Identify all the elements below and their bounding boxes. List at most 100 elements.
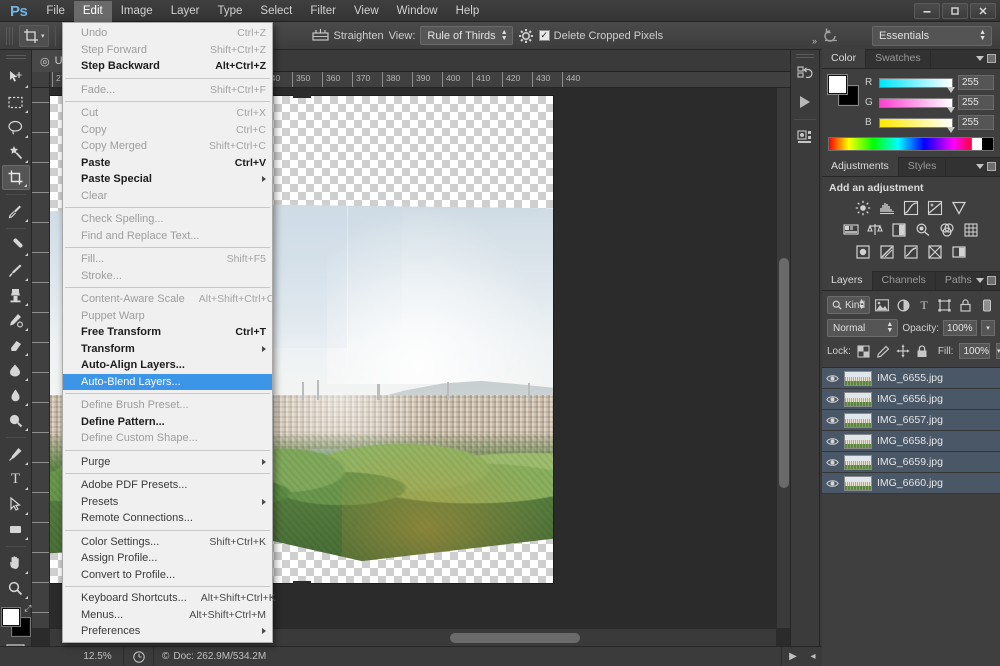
- menu-item-define-pattern[interactable]: Define Pattern...: [63, 414, 272, 431]
- zoom-tool[interactable]: [2, 576, 30, 601]
- lock-position-icon[interactable]: [896, 342, 910, 360]
- layer-name[interactable]: IMG_6659.jpg: [877, 456, 943, 468]
- brush-tool[interactable]: [2, 258, 30, 283]
- minimize-button[interactable]: [914, 3, 940, 19]
- menu-select[interactable]: Select: [251, 1, 301, 22]
- menu-item-auto-blend-layers[interactable]: Auto-Blend Layers...: [63, 373, 272, 390]
- options-bar-grip[interactable]: [6, 26, 13, 45]
- panel-menu-group[interactable]: [976, 162, 996, 171]
- menu-item-define-brush-preset[interactable]: Define Brush Preset...: [63, 397, 272, 414]
- crop-handle-bottom[interactable]: [292, 581, 311, 584]
- history-panel-icon[interactable]: [792, 61, 818, 87]
- vertical-ruler[interactable]: [32, 88, 50, 628]
- panel-collapse-icon[interactable]: [987, 276, 996, 285]
- slider-b[interactable]: [879, 117, 955, 133]
- invert-icon[interactable]: [855, 243, 872, 260]
- tab-channels[interactable]: Channels: [873, 271, 936, 290]
- path-selection-tool[interactable]: [2, 492, 30, 517]
- crop-tool[interactable]: [1, 165, 30, 190]
- gear-icon[interactable]: [518, 28, 534, 44]
- panel-menu-group[interactable]: [976, 54, 996, 63]
- layer-name[interactable]: IMG_6657.jpg: [877, 414, 943, 426]
- layer-visibility-eye-icon[interactable]: [826, 436, 839, 447]
- menu-item-find-replace-text[interactable]: Find and Replace Text...: [63, 228, 272, 245]
- blur-tool[interactable]: [2, 383, 30, 408]
- menu-filter[interactable]: Filter: [301, 1, 345, 22]
- channel-mixer-icon[interactable]: [939, 221, 956, 238]
- move-tool[interactable]: [2, 65, 30, 90]
- value-b[interactable]: 255: [958, 115, 994, 130]
- dock-grip[interactable]: [796, 54, 814, 58]
- menu-item-copy-merged[interactable]: Copy Merged Shift+Ctrl+C: [63, 138, 272, 155]
- rectangular-marquee-tool[interactable]: [2, 90, 30, 115]
- menu-item-define-custom-shape[interactable]: Define Custom Shape...: [63, 430, 272, 447]
- shape-filter-icon[interactable]: [937, 296, 954, 314]
- swap-colors-icon[interactable]: ⤢: [24, 603, 31, 614]
- slider-knob-icon[interactable]: [947, 86, 955, 93]
- magic-wand-tool[interactable]: [2, 140, 30, 165]
- panel-menu-group[interactable]: [976, 276, 996, 285]
- layer-thumbnail[interactable]: [844, 412, 872, 428]
- crop-handle-top[interactable]: [292, 95, 311, 98]
- tab-styles[interactable]: Styles: [899, 157, 947, 176]
- layer-name[interactable]: IMG_6660.jpg: [877, 477, 943, 489]
- canvas-vertical-scrollbar[interactable]: [776, 88, 790, 628]
- reset-workspace-icon[interactable]: [822, 27, 840, 45]
- exposure-icon[interactable]: [927, 199, 944, 216]
- layer-thumbnail[interactable]: [844, 391, 872, 407]
- ruler-corner[interactable]: [32, 72, 50, 88]
- value-r[interactable]: 255: [958, 75, 994, 90]
- delete-cropped-pixels-checkbox[interactable]: ✓ Delete Cropped Pixels: [538, 30, 663, 42]
- panel-collapse-icon[interactable]: [987, 54, 996, 63]
- menu-item-menus[interactable]: Menus... Alt+Shift+Ctrl+M: [63, 607, 272, 624]
- curves-icon[interactable]: [903, 199, 920, 216]
- fill-stepper-button[interactable]: ▾: [996, 343, 1000, 359]
- lock-all-icon[interactable]: [916, 342, 928, 360]
- eyedropper-tool[interactable]: [2, 199, 30, 224]
- layer-name[interactable]: IMG_6656.jpg: [877, 393, 943, 405]
- tab-color[interactable]: Color: [822, 49, 867, 68]
- layer-row[interactable]: IMG_6657.jpg: [822, 410, 1000, 431]
- menu-item-fade[interactable]: Fade... Shift+Ctrl+F: [63, 82, 272, 99]
- gradient-tool[interactable]: [2, 358, 30, 383]
- slider-g[interactable]: [879, 97, 955, 113]
- fill-value[interactable]: 100%: [959, 343, 991, 359]
- layer-visibility-eye-icon[interactable]: [826, 415, 839, 426]
- layer-thumbnail[interactable]: [844, 475, 872, 491]
- smart-object-filter-icon[interactable]: [957, 296, 974, 314]
- menu-item-fill[interactable]: Fill... Shift+F5: [63, 251, 272, 268]
- active-tool-crop-chip[interactable]: ▾: [19, 24, 49, 47]
- layer-thumbnail[interactable]: [844, 454, 872, 470]
- menu-item-purge[interactable]: Purge: [63, 454, 272, 471]
- tab-swatches[interactable]: Swatches: [866, 49, 931, 68]
- menu-item-keyboard-shortcuts[interactable]: Keyboard Shortcuts... Alt+Shift+Ctrl+K: [63, 590, 276, 607]
- brightness-contrast-icon[interactable]: [855, 199, 872, 216]
- menu-item-adobe-pdf-presets[interactable]: Adobe PDF Presets...: [63, 477, 272, 494]
- layer-thumbnail[interactable]: [844, 370, 872, 386]
- panel-menu-icon[interactable]: [976, 164, 984, 169]
- menu-type[interactable]: Type: [208, 1, 251, 22]
- color-lookup-icon[interactable]: [963, 221, 980, 238]
- crop-overlay-select[interactable]: Rule of Thirds ▲ ▼: [420, 26, 513, 45]
- filter-toggle-icon[interactable]: [978, 296, 995, 314]
- menu-item-check-spelling[interactable]: Check Spelling...: [63, 211, 272, 228]
- menu-layer[interactable]: Layer: [162, 1, 209, 22]
- layer-row[interactable]: IMG_6656.jpg: [822, 389, 1000, 410]
- document-info[interactable]: © Doc: 262.9M/534.2M: [154, 646, 782, 666]
- black-white-icon[interactable]: [891, 221, 908, 238]
- menu-help[interactable]: Help: [447, 1, 489, 22]
- lock-image-pixels-icon[interactable]: [876, 342, 890, 360]
- levels-icon[interactable]: [879, 199, 896, 216]
- spot-healing-brush-tool[interactable]: [2, 233, 30, 258]
- posterize-icon[interactable]: [879, 243, 896, 260]
- layer-name[interactable]: IMG_6655.jpg: [877, 372, 943, 384]
- menu-item-copy[interactable]: Copy Ctrl+C: [63, 122, 272, 139]
- rectangle-tool[interactable]: [2, 517, 30, 542]
- lasso-tool[interactable]: [2, 115, 30, 140]
- hue-saturation-icon[interactable]: [843, 221, 860, 238]
- vibrance-icon[interactable]: [951, 199, 968, 216]
- panel-menu-icon[interactable]: [976, 56, 984, 61]
- collapse-panels-icon[interactable]: »: [812, 36, 817, 46]
- tab-layers[interactable]: Layers: [822, 271, 873, 290]
- tools-panel-grip[interactable]: [5, 55, 26, 60]
